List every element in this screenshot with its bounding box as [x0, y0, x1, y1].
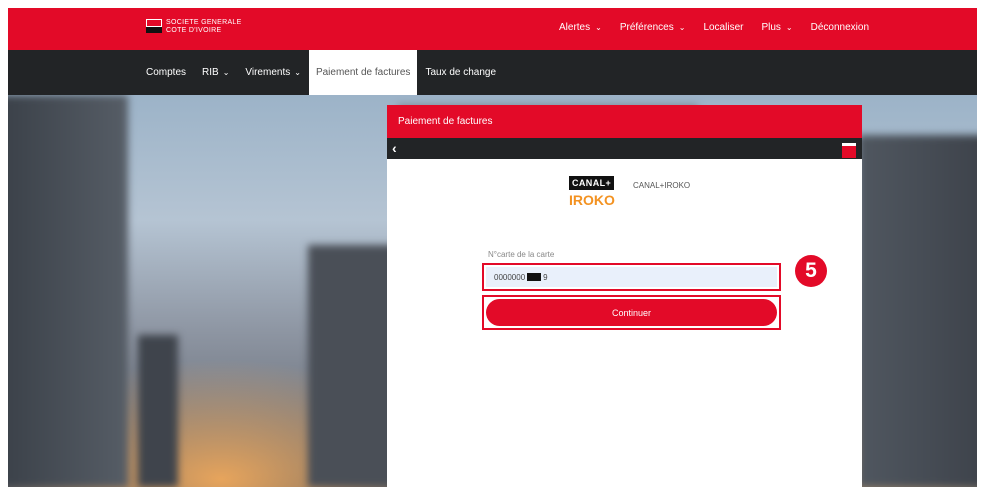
card-number-input[interactable]: 0000000 9	[486, 267, 777, 287]
top-nav-preferences[interactable]: Préférences ⌄	[620, 22, 686, 33]
step-badge: 5	[795, 255, 827, 287]
chevron-down-icon: ⌄	[678, 22, 686, 32]
chevron-down-icon: ⌄	[595, 22, 602, 32]
chevron-down-icon: ⌄	[222, 67, 230, 77]
top-header: SOCIETE GENERALE COTE D'IVOIRE Alertes ⌄ …	[8, 8, 977, 50]
top-nav: Alertes ⌄ Préférences ⌄ Localiser Plus ⌄ Dé…	[559, 22, 869, 33]
biller-name: CANAL+IROKO	[633, 181, 691, 190]
modal-toolbar: ‹	[387, 138, 862, 159]
logo-line2: COTE D'IVOIRE	[166, 26, 222, 34]
chevron-down-icon: ⌄	[294, 67, 301, 77]
bank-logo[interactable]: SOCIETE GENERALE COTE D'IVOIRE	[146, 19, 242, 34]
top-nav-localiser[interactable]: Localiser	[703, 22, 743, 33]
top-nav-alertes[interactable]: Alertes ⌄	[559, 22, 602, 33]
nav-virements[interactable]: Virements ⌄	[237, 50, 309, 95]
biller-info: CANAL+ IROKO CANAL+IROKO	[569, 173, 690, 208]
back-chevron-icon[interactable]: ‹	[392, 140, 397, 156]
continue-highlight: Continuer	[482, 295, 781, 330]
nav-paiement-factures[interactable]: Paiement de factures	[308, 50, 418, 95]
app-frame: SOCIETE GENERALE COTE D'IVOIRE Alertes ⌄ …	[8, 8, 977, 487]
redaction-block	[527, 273, 542, 281]
continue-button[interactable]: Continuer	[486, 299, 777, 326]
canal-iroko-logo: CANAL+ IROKO	[569, 176, 615, 208]
menu-icon[interactable]	[842, 143, 856, 158]
nav-rib[interactable]: RIB ⌄	[194, 50, 237, 95]
top-nav-plus[interactable]: Plus ⌄	[761, 22, 792, 33]
card-number-highlight: 0000000 9	[482, 263, 781, 291]
modal-title: Paiement de factures	[387, 105, 862, 138]
bill-payment-modal: Paiement de factures ‹ CANAL+ IROKO CANA…	[387, 105, 862, 487]
logo-line1: SOCIETE GENERALE	[166, 19, 242, 26]
nav-taux-de-change[interactable]: Taux de change	[417, 50, 504, 95]
card-number-label: N°carte de la carte	[488, 250, 555, 259]
nav-comptes[interactable]: Comptes	[138, 50, 194, 95]
logo-mark-icon	[146, 19, 162, 33]
main-nav: Comptes RIB ⌄ Virements ⌄ Paiement de fact…	[8, 50, 977, 95]
chevron-down-icon: ⌄	[785, 22, 793, 32]
logout-link[interactable]: Déconnexion	[811, 22, 869, 33]
